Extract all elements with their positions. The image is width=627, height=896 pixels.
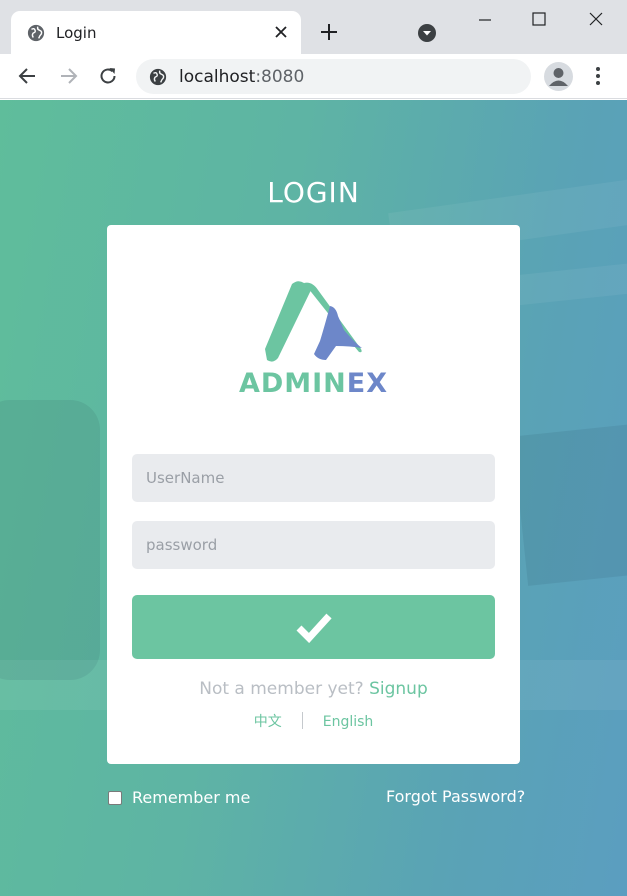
background-decoration xyxy=(512,424,627,586)
remember-me-checkbox[interactable] xyxy=(108,790,122,805)
forgot-password-link[interactable]: Forgot Password? xyxy=(386,787,525,806)
profile-button[interactable] xyxy=(544,62,573,91)
globe-icon xyxy=(27,24,45,42)
brand-name: ADMINEX xyxy=(107,368,520,399)
arrow-left-icon[interactable] xyxy=(17,65,39,87)
browser-toolbar: localhost:8080 xyxy=(0,54,627,99)
language-switcher: 中文 English xyxy=(107,711,520,731)
brand-part-ex: EX xyxy=(346,368,389,399)
reload-icon[interactable] xyxy=(97,65,119,87)
browser-tab[interactable]: Login xyxy=(11,11,301,54)
brand-part-admin: ADMIN xyxy=(238,368,347,399)
language-english-link[interactable]: English xyxy=(323,714,374,730)
signup-prompt: Not a member yet? Signup xyxy=(107,679,520,699)
username-input[interactable] xyxy=(132,454,495,502)
url-port: :8080 xyxy=(255,67,305,87)
address-bar[interactable]: localhost:8080 xyxy=(136,59,531,94)
login-page: LOGIN ADMINEX Not a member yet? Signup 中… xyxy=(0,100,627,896)
remember-me-label: Remember me xyxy=(132,788,251,807)
globe-icon[interactable] xyxy=(149,68,167,86)
background-decoration xyxy=(0,400,100,680)
password-input[interactable] xyxy=(132,521,495,569)
url-text: localhost:8080 xyxy=(179,67,304,87)
check-icon xyxy=(296,613,332,643)
remember-me[interactable]: Remember me xyxy=(108,788,250,807)
language-chinese-link[interactable]: 中文 xyxy=(254,714,282,730)
user-icon xyxy=(549,68,568,86)
arrow-right-icon[interactable] xyxy=(57,65,79,87)
more-vertical-icon[interactable] xyxy=(588,65,608,87)
language-divider xyxy=(301,711,303,729)
plus-icon[interactable] xyxy=(319,22,339,42)
minimize-icon[interactable] xyxy=(473,12,497,28)
chevron-down-circle-icon[interactable] xyxy=(417,23,437,43)
maximize-icon[interactable] xyxy=(528,8,550,30)
login-card: ADMINEX Not a member yet? Signup 中文 Engli… xyxy=(107,225,520,764)
not-member-text: Not a member yet? xyxy=(199,679,364,699)
url-host: localhost xyxy=(179,67,256,87)
tab-title: Login xyxy=(56,24,97,42)
page-title: LOGIN xyxy=(267,176,360,209)
close-icon[interactable] xyxy=(585,8,607,30)
signup-link[interactable]: Signup xyxy=(369,679,428,699)
login-submit-button[interactable] xyxy=(132,595,495,659)
close-icon[interactable] xyxy=(273,24,289,40)
browser-titlebar: Login xyxy=(0,0,627,54)
